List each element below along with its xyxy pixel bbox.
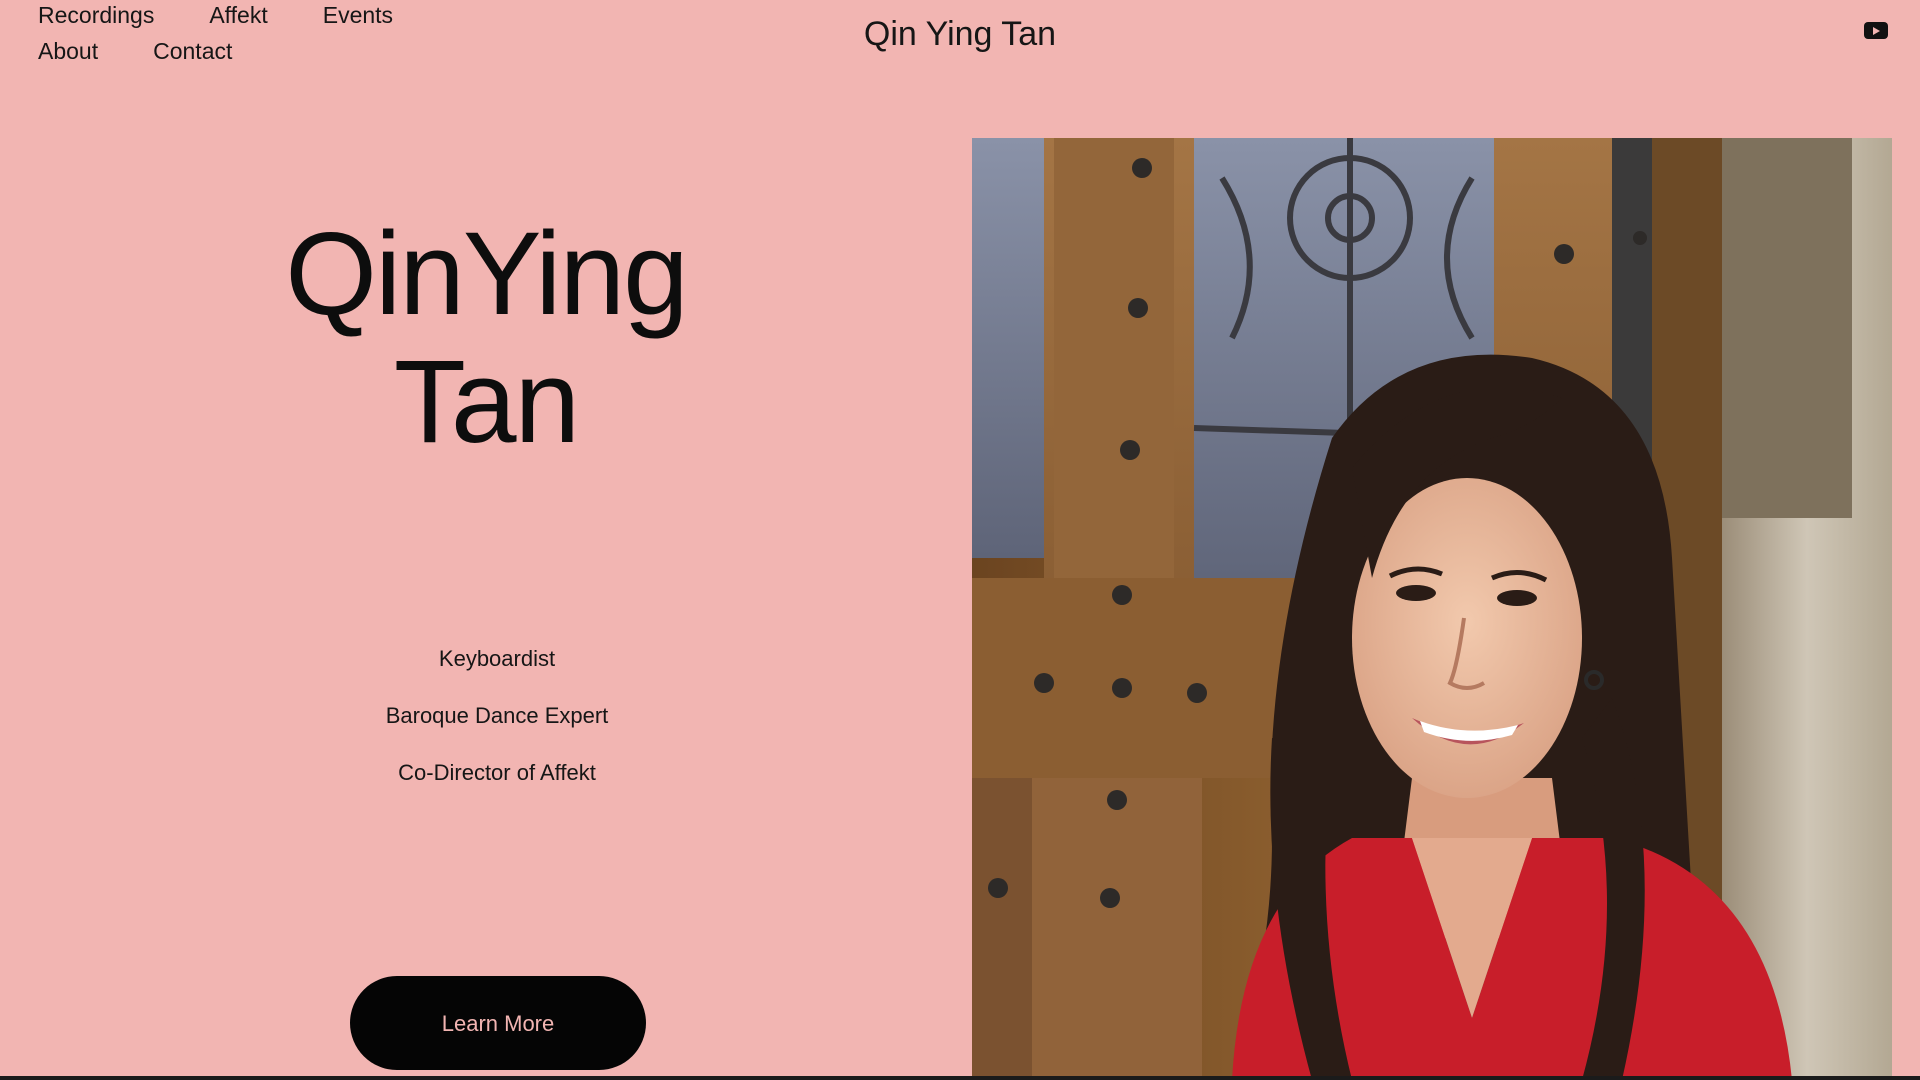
nav-item-contact[interactable]: Contact bbox=[153, 36, 232, 66]
bottom-border bbox=[0, 1076, 1920, 1080]
hero-title-line-1: QinYing bbox=[285, 208, 688, 340]
hero-title-line-2: Tan bbox=[393, 336, 580, 468]
page: Recordings Affekt Events About Contact Q… bbox=[0, 0, 1920, 1080]
nav-item-recordings[interactable]: Recordings bbox=[38, 0, 154, 30]
role-keyboardist: Keyboardist bbox=[438, 646, 556, 671]
main-nav: Recordings Affekt Events About Contact bbox=[38, 0, 558, 66]
youtube-icon[interactable] bbox=[1864, 22, 1888, 39]
learn-more-button[interactable]: Learn More bbox=[350, 976, 646, 1070]
site-title[interactable]: Qin Ying Tan bbox=[864, 15, 1056, 53]
roles-list: Keyboardist Baroque Dance Expert Co-Dire… bbox=[0, 646, 994, 817]
role-co-director: Co-Director of Affekt bbox=[398, 760, 596, 785]
nav-item-about[interactable]: About bbox=[38, 36, 98, 66]
portrait-photo bbox=[972, 138, 1892, 1080]
hero-text-section: QinYing Tan Keyboardist Baroque Dance Ex… bbox=[0, 138, 972, 1080]
nav-item-events[interactable]: Events bbox=[323, 0, 393, 30]
role-baroque-dance-expert: Baroque Dance Expert bbox=[385, 703, 609, 728]
nav-item-affekt[interactable]: Affekt bbox=[209, 0, 267, 30]
hero-title: QinYing Tan bbox=[0, 210, 972, 466]
